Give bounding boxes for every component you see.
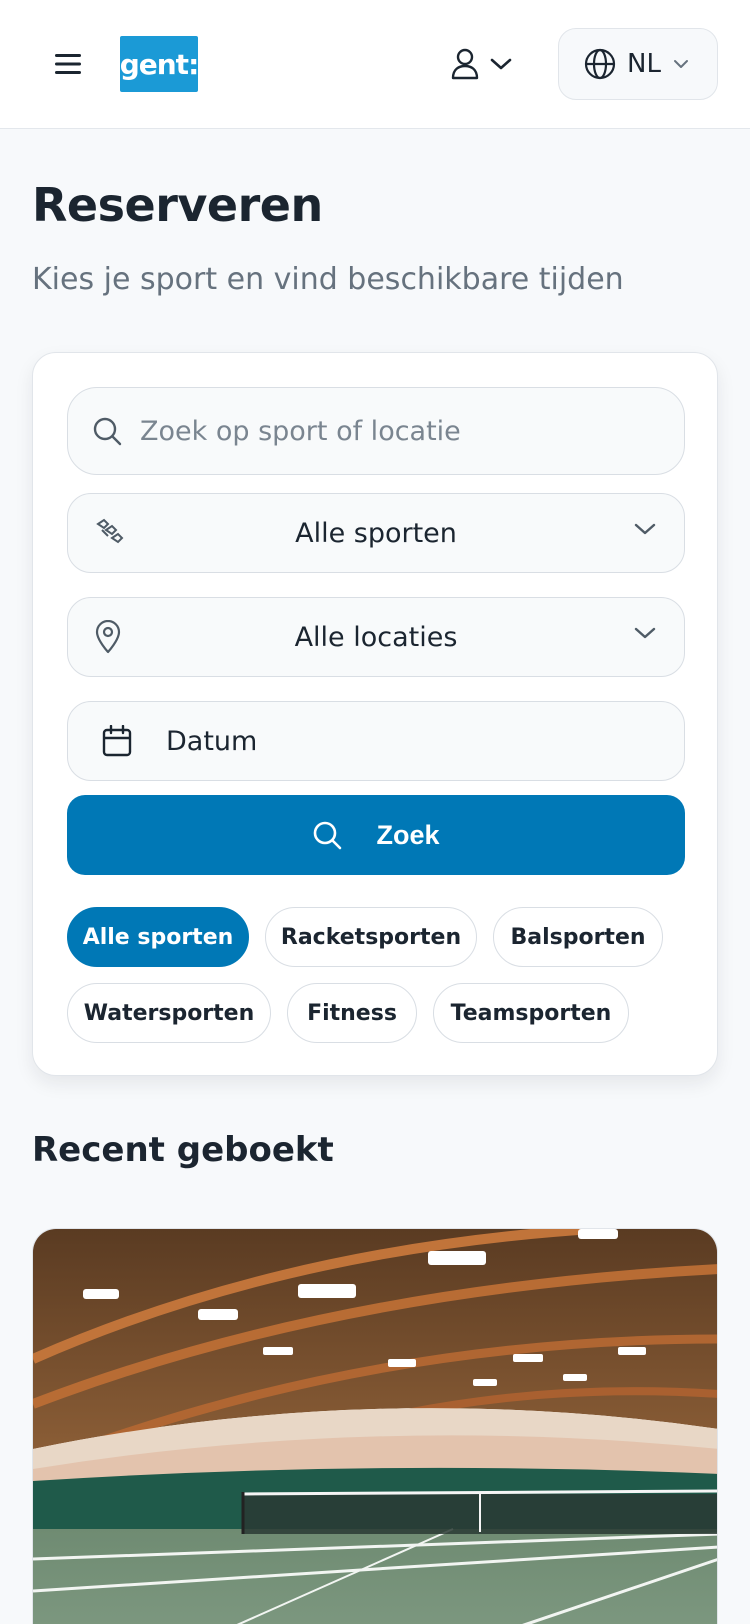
top-header: gent: NL bbox=[0, 0, 750, 129]
filter-chip-label: Teamsporten bbox=[450, 1000, 612, 1026]
globe-icon bbox=[584, 48, 616, 80]
search-icon bbox=[314, 821, 342, 850]
filter-chip-watersporten[interactable]: Watersporten bbox=[67, 983, 271, 1043]
sport-select-value: Alle sporten bbox=[295, 517, 457, 549]
date-label: Datum bbox=[166, 725, 258, 757]
date-picker[interactable]: Datum bbox=[67, 701, 685, 781]
chevron-down-icon bbox=[490, 58, 512, 70]
recent-bookings-title: Recent geboekt bbox=[32, 1130, 334, 1170]
location-select-value: Alle locaties bbox=[294, 621, 458, 653]
indoor-tennis-court-image bbox=[33, 1229, 717, 1624]
filter-chip-label: Alle sporten bbox=[82, 924, 234, 950]
sport-icon bbox=[96, 518, 124, 544]
filter-chip-alle-sporten[interactable]: Alle sporten bbox=[67, 907, 249, 967]
chevron-down-icon bbox=[634, 523, 656, 535]
filter-chip-label: Racketsporten bbox=[280, 924, 462, 950]
filter-chip-balsporten[interactable]: Balsporten bbox=[493, 907, 663, 967]
recent-booking-card[interactable] bbox=[32, 1228, 718, 1624]
location-pin-icon bbox=[95, 620, 121, 654]
search-card: Alle sporten Alle locaties Datum Zoek bbox=[32, 352, 718, 1076]
account-menu-button[interactable] bbox=[450, 40, 530, 88]
filter-chip-label: Fitness bbox=[307, 1000, 397, 1026]
language-selector[interactable]: NL bbox=[558, 28, 718, 100]
menu-button[interactable] bbox=[52, 48, 84, 80]
filter-chip-fitness[interactable]: Fitness bbox=[287, 983, 417, 1043]
hamburger-icon bbox=[55, 54, 81, 74]
user-icon bbox=[451, 48, 479, 80]
search-field[interactable] bbox=[67, 387, 685, 475]
sport-select[interactable]: Alle sporten bbox=[67, 493, 685, 573]
filter-chip-label: Balsporten bbox=[510, 924, 646, 950]
chevron-down-icon bbox=[634, 627, 656, 639]
filter-chip-teamsporten[interactable]: Teamsporten bbox=[433, 983, 629, 1043]
search-button[interactable]: Zoek bbox=[67, 795, 685, 875]
logo-text: gent: bbox=[119, 47, 200, 81]
chevron-down-icon bbox=[674, 60, 688, 68]
filter-chip-racketsporten[interactable]: Racketsporten bbox=[265, 907, 477, 967]
location-select[interactable]: Alle locaties bbox=[67, 597, 685, 677]
page-title: Reserveren bbox=[32, 178, 323, 232]
page-subtitle: Kies je sport en vind beschikbare tijden bbox=[32, 262, 624, 297]
search-button-label: Zoek bbox=[376, 819, 440, 850]
gent-logo[interactable]: gent: bbox=[119, 36, 200, 92]
filter-chip-label: Watersporten bbox=[83, 1000, 255, 1026]
search-icon bbox=[93, 417, 122, 446]
calendar-icon bbox=[102, 725, 132, 757]
language-code: NL bbox=[627, 49, 661, 79]
search-input[interactable] bbox=[140, 415, 660, 447]
